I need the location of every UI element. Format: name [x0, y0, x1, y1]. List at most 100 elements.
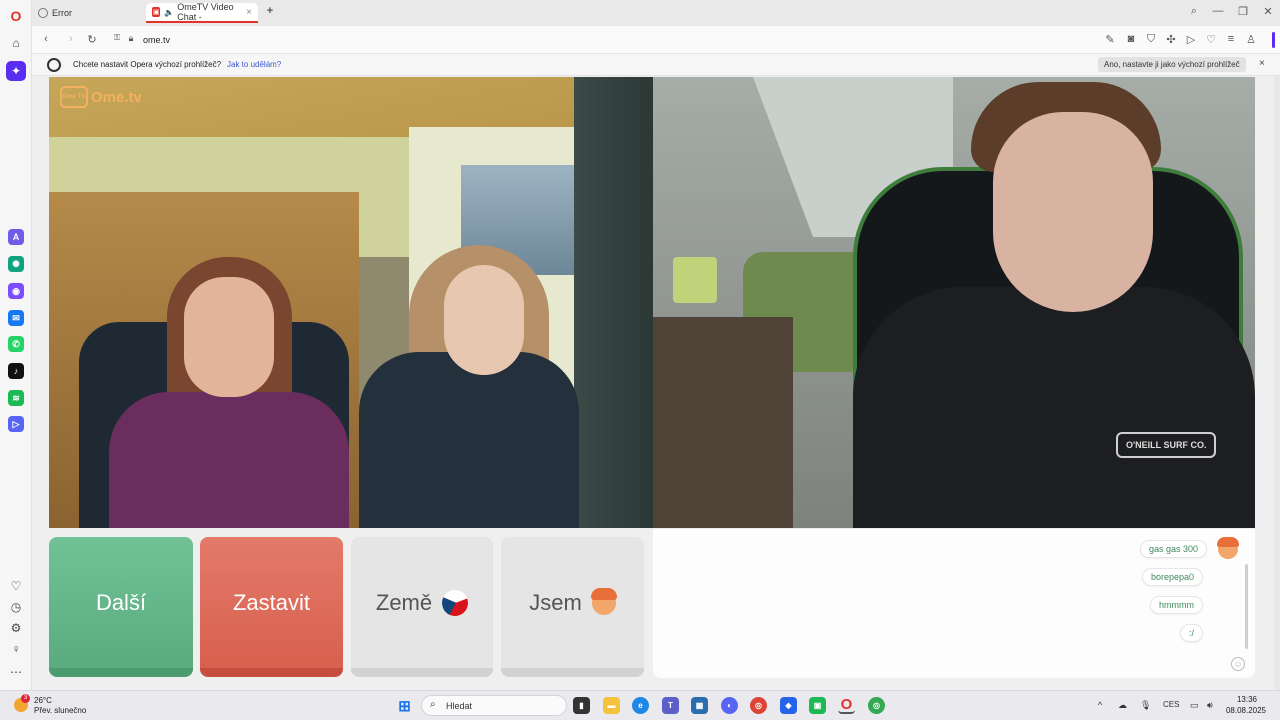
weather-badge: 3: [21, 694, 30, 703]
opera-logo-icon[interactable]: O: [8, 8, 24, 24]
notice-text: Chcete nastavit Opera výchozí prohlížeč?: [73, 60, 222, 69]
czech-flag-icon: [438, 585, 472, 620]
task-view-icon[interactable]: ▮: [573, 697, 590, 714]
easy-setup-icon[interactable]: ≡: [1224, 33, 1238, 45]
gender-button[interactable]: Jsem: [501, 537, 644, 677]
stop-button[interactable]: Zastavit: [200, 537, 343, 677]
opera-sidebar: O ⌂ ✦ A ✺ ◉ ✉ ✆ ♪ ≋ ▷ ♡ ◷ ⚙ ♀ ⋯: [0, 0, 32, 690]
opera-outline-icon: [47, 58, 61, 72]
close-window-icon[interactable]: ✕: [1260, 5, 1276, 18]
heart-icon[interactable]: ♡: [8, 578, 24, 594]
reload-icon[interactable]: ↻: [85, 33, 99, 46]
clock-time[interactable]: 13:36: [1227, 695, 1267, 704]
boy-face-icon: [590, 587, 617, 615]
ometv-favicon-icon: ▣: [152, 7, 161, 17]
url-field[interactable]: ome.tv: [143, 35, 170, 45]
facebook-messenger-icon[interactable]: ✉: [8, 310, 24, 326]
edit-icon[interactable]: ✎: [1103, 33, 1117, 46]
language-indicator[interactable]: CES: [1163, 700, 1179, 709]
search-icon: ⌕: [430, 699, 436, 710]
chrome-icon[interactable]: ◎: [750, 697, 767, 714]
shield-icon[interactable]: ⛉: [1144, 33, 1158, 46]
spotify-icon[interactable]: ≋: [8, 390, 24, 406]
country-button[interactable]: Země: [351, 537, 493, 677]
tiktok-icon[interactable]: ♪: [8, 363, 24, 379]
restore-icon[interactable]: ❐: [1235, 5, 1251, 18]
volume-icon[interactable]: 🔊︎: [1207, 700, 1213, 711]
page-settings-icon[interactable]: ⚿: [110, 33, 124, 43]
edge-icon[interactable]: e: [632, 697, 649, 714]
store-icon[interactable]: ▦: [691, 697, 708, 714]
aria-indicator: [1272, 32, 1275, 48]
search-tabs-icon[interactable]: ⌕: [1186, 5, 1202, 18]
tab-ometv[interactable]: ▣ 🔈 OmeTV Video Chat - ×: [146, 2, 258, 23]
chat-message: gas gas 300: [1139, 540, 1207, 558]
forward-icon[interactable]: ›: [64, 33, 78, 45]
onedrive-icon[interactable]: ☁: [1118, 700, 1127, 711]
close-tab-icon[interactable]: ×: [246, 7, 252, 18]
player-icon[interactable]: ▷: [8, 416, 24, 432]
android-app-icon[interactable]: ▣: [809, 697, 826, 714]
speaker-icon[interactable]: 🔈: [164, 8, 174, 17]
tips-lightbulb-icon[interactable]: ♀: [8, 641, 24, 657]
windows-taskbar: 3 26°C Přev. slunečno ⊞ ⌕ Hledat ▮ ▬ e T…: [0, 690, 1280, 720]
messenger-app-icon[interactable]: ◉: [8, 283, 24, 299]
page-scrollbar[interactable]: [1274, 76, 1280, 690]
tray-chevron-icon[interactable]: ^: [1098, 700, 1102, 710]
chrome-profile-icon[interactable]: ◎: [868, 697, 885, 714]
self-video: O'NEILL SURF CO.: [653, 77, 1255, 528]
settings-gear-icon[interactable]: ⚙: [8, 620, 24, 636]
country-button-label: Země: [375, 589, 433, 615]
more-dots-icon[interactable]: ⋯: [8, 664, 24, 680]
chat-message: :/: [1179, 624, 1203, 642]
close-notice-icon[interactable]: ×: [1259, 58, 1265, 69]
search-placeholder: Hledat: [446, 701, 473, 711]
heart-icon[interactable]: ♡: [1204, 33, 1218, 46]
app-icon[interactable]: ◆: [780, 697, 797, 714]
set-default-button[interactable]: Ano, nastavte ji jako výchozí prohlížeč: [1098, 57, 1246, 72]
taskbar-search[interactable]: ⌕ Hledat: [421, 695, 567, 716]
opera-taskbar-icon[interactable]: O: [838, 696, 855, 714]
chatgpt-icon[interactable]: ✺: [8, 256, 24, 272]
tab-error[interactable]: Error: [32, 3, 144, 23]
weather-description[interactable]: Přev. slunečno: [34, 706, 86, 715]
player-icon[interactable]: ▷: [1184, 33, 1198, 46]
tab-label: OmeTV Video Chat -: [177, 2, 234, 22]
notice-help-link[interactable]: Jak to udělám?: [227, 60, 281, 69]
lock-icon: 🔒︎: [128, 33, 134, 43]
weather-temperature[interactable]: 26°C: [34, 696, 52, 705]
next-button-label: Další: [95, 589, 147, 615]
extensions-icon[interactable]: ✣: [1164, 33, 1178, 46]
gender-button-label: Jsem: [529, 589, 582, 615]
file-explorer-icon[interactable]: ▬: [603, 697, 620, 714]
ometv-page: Ome TV Ome.tv O'NEILL SURF CO. Další Zas…: [32, 76, 1280, 690]
emoji-smiley-icon[interactable]: ☺: [1231, 657, 1245, 671]
tab-label: Error: [52, 8, 72, 18]
aria-ai-icon[interactable]: ✦: [6, 61, 26, 81]
display-icon[interactable]: ▭: [1190, 700, 1199, 711]
stop-button-label: Zastavit: [232, 589, 311, 615]
ometv-logo-icon: Ome TV: [60, 86, 88, 108]
discord-icon[interactable]: ◐: [721, 697, 738, 714]
shirt-logo: O'NEILL SURF CO.: [1116, 432, 1217, 458]
clock-date[interactable]: 08.08.2025: [1222, 706, 1270, 715]
account-icon[interactable]: ♙: [1244, 33, 1258, 46]
tab-strip: Error ▣ 🔈 OmeTV Video Chat - × + ⌕ — ❐ ✕: [32, 0, 1280, 26]
minimize-icon[interactable]: —: [1210, 5, 1226, 17]
address-bar-row: ‹ › ↻ ⚿ 🔒︎ ome.tv ✎ ◙ ⛉ ✣ ▷ ♡ ≡ ♙: [32, 26, 1280, 54]
back-icon[interactable]: ‹: [39, 33, 53, 45]
chat-panel: gas gas 300 borepepa0 hmmmm :/ ☺: [653, 529, 1255, 678]
whatsapp-icon[interactable]: ✆: [8, 336, 24, 352]
microphone-icon[interactable]: 🎙︎: [1140, 700, 1151, 711]
new-tab-button[interactable]: +: [262, 5, 278, 17]
chat-scrollbar[interactable]: [1245, 564, 1248, 649]
camera-snapshot-icon[interactable]: ◙: [1124, 33, 1138, 45]
windows-start-icon[interactable]: ⊞: [396, 697, 413, 715]
next-button[interactable]: Další: [49, 537, 193, 677]
home-icon[interactable]: ⌂: [8, 35, 24, 51]
history-icon[interactable]: ◷: [8, 599, 24, 615]
chat-message: borepepa0: [1141, 568, 1203, 586]
aria-app-icon[interactable]: A: [8, 229, 24, 245]
ometv-logo: Ome TV Ome.tv: [60, 86, 142, 108]
teams-icon[interactable]: T: [662, 697, 679, 714]
